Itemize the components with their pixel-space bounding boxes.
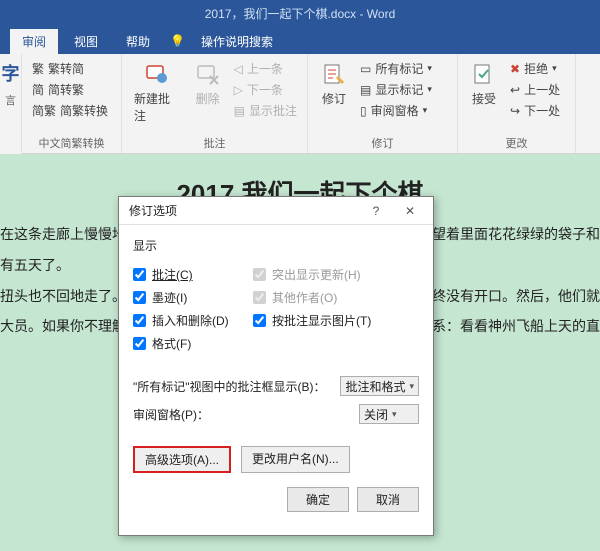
- dialog-backdrop: 修订选项 ? ✕ 显示 批注(C) 墨迹(I) 插入和删除(D) 格式(F) 突…: [0, 0, 600, 551]
- label-balloons: "所有标记"视图中的批注框显示(B)：: [133, 378, 334, 395]
- chk-ink[interactable]: 墨迹(I): [133, 289, 253, 306]
- chk-formatting[interactable]: 格式(F): [133, 335, 253, 352]
- track-changes-options-dialog: 修订选项 ? ✕ 显示 批注(C) 墨迹(I) 插入和删除(D) 格式(F) 突…: [118, 196, 434, 536]
- dialog-body: 显示 批注(C) 墨迹(I) 插入和删除(D) 格式(F) 突出显示更新(H) …: [119, 225, 433, 440]
- dialog-help-button[interactable]: ?: [359, 200, 393, 222]
- chevron-down-icon: ▾: [392, 409, 397, 420]
- select-balloons[interactable]: 批注和格式▾: [340, 376, 419, 396]
- btn-cancel[interactable]: 取消: [357, 487, 419, 512]
- btn-change-username[interactable]: 更改用户名(N)...: [241, 446, 350, 473]
- chk-pictures-by-comments[interactable]: 按批注显示图片(T): [253, 312, 419, 329]
- section-display: 显示: [133, 237, 419, 254]
- select-reviewing-pane[interactable]: 关闭▾: [359, 404, 419, 424]
- row-reviewing-pane: 审阅窗格(P)： 关闭▾: [133, 404, 419, 424]
- chk-other-authors: 其他作者(O): [253, 289, 419, 306]
- chk-insertions-deletions[interactable]: 插入和删除(D): [133, 312, 253, 329]
- row-balloons: "所有标记"视图中的批注框显示(B)： 批注和格式▾: [133, 376, 419, 396]
- dialog-close-button[interactable]: ✕: [393, 200, 427, 222]
- dialog-title: 修订选项: [129, 202, 359, 219]
- dialog-footer: 确定 取消: [119, 477, 433, 524]
- label-reviewing-pane: 审阅窗格(P)：: [133, 406, 353, 423]
- chk-comments[interactable]: 批注(C): [133, 266, 253, 283]
- chk-highlight-updates: 突出显示更新(H): [253, 266, 419, 283]
- dialog-titlebar: 修订选项 ? ✕: [119, 197, 433, 225]
- dialog-action-row: 高级选项(A)... 更改用户名(N)...: [119, 440, 433, 477]
- chevron-down-icon: ▾: [409, 381, 414, 392]
- btn-ok[interactable]: 确定: [287, 487, 349, 512]
- btn-advanced-options[interactable]: 高级选项(A)...: [133, 446, 231, 473]
